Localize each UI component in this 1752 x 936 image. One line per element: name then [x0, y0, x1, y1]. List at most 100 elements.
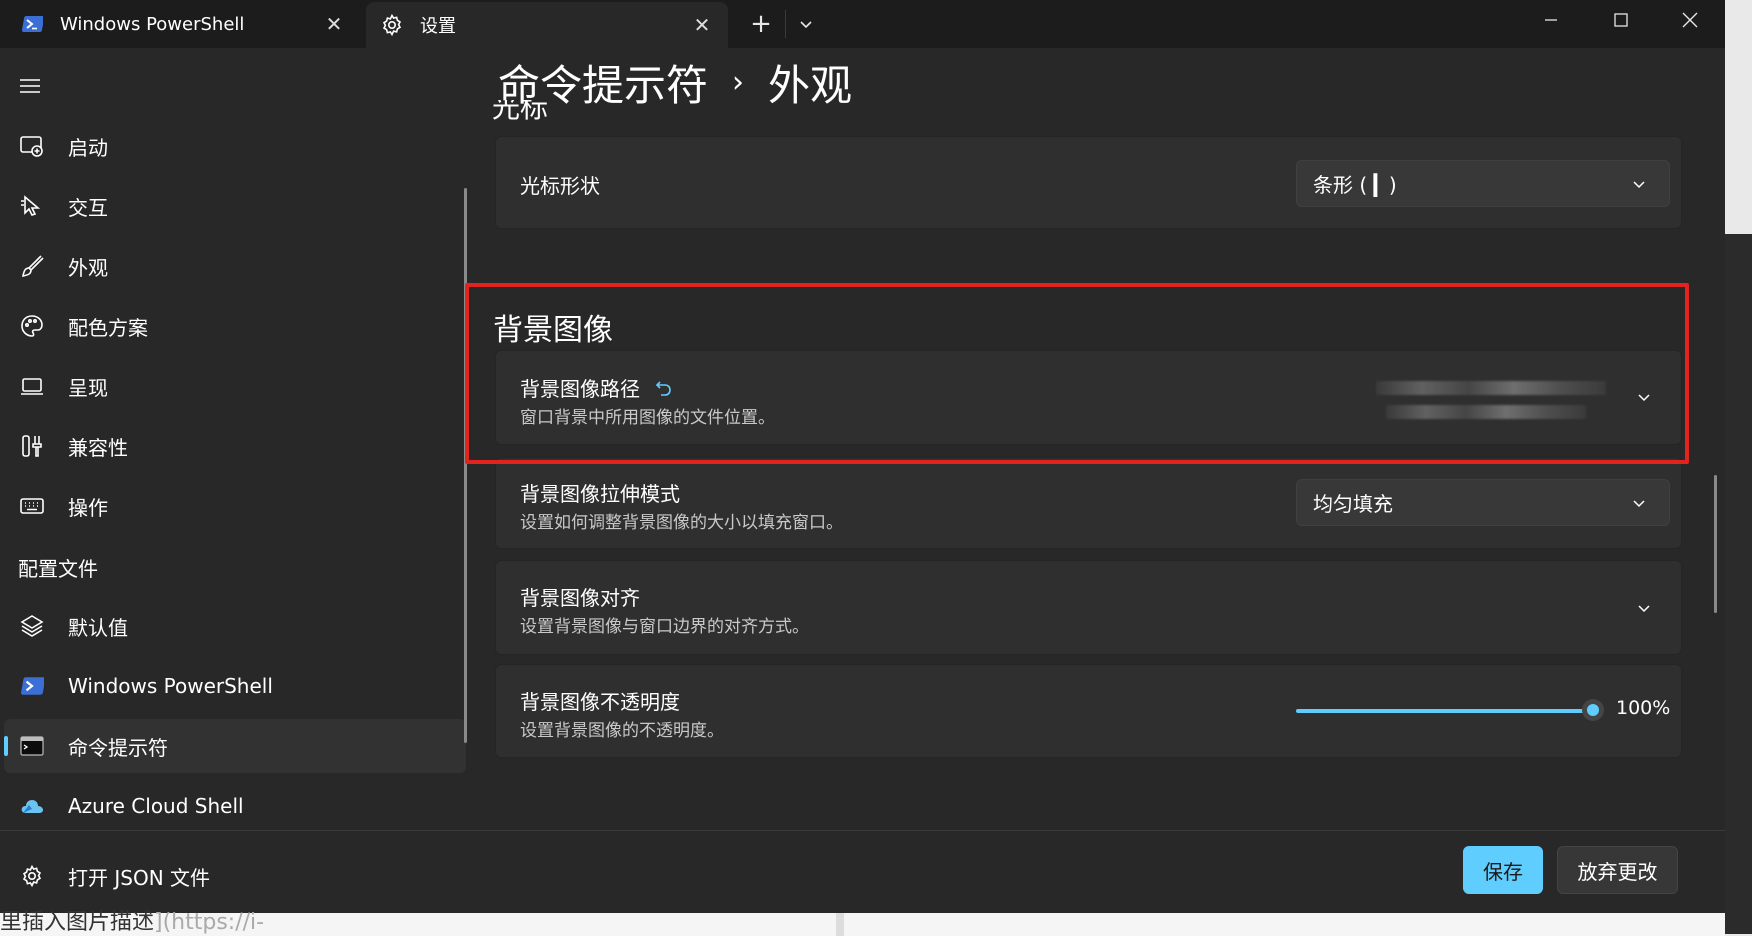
- chevron-down-icon[interactable]: [1634, 387, 1654, 407]
- sidebar-item-label: 操作: [68, 495, 108, 520]
- hamburger-menu-button[interactable]: [16, 72, 44, 100]
- sidebar-item-label: 默认值: [68, 615, 128, 640]
- tools-icon: [18, 432, 46, 460]
- opacity-value: 100%: [1616, 697, 1671, 719]
- redacted-path: [1376, 381, 1606, 395]
- startup-icon: [18, 132, 46, 160]
- cursor-shape-title: 光标形状: [520, 174, 600, 198]
- selection-indicator: [4, 736, 8, 756]
- bg-stretch-dropdown[interactable]: 均匀填充: [1296, 479, 1670, 526]
- close-icon: [1682, 12, 1698, 28]
- sidebar-scrollbar[interactable]: [464, 188, 467, 743]
- chevron-down-icon: [1629, 174, 1649, 194]
- sidebar-item-command-prompt[interactable]: 命令提示符: [4, 719, 466, 773]
- palette-icon: [18, 312, 46, 340]
- minimize-button[interactable]: [1516, 0, 1586, 40]
- menu-icon: [20, 79, 40, 93]
- bg-opacity-title: 背景图像不透明度: [520, 690, 680, 714]
- sidebar-item-defaults[interactable]: 默认值: [4, 599, 466, 653]
- sidebar-item-rendering[interactable]: 呈现: [4, 359, 466, 413]
- opacity-slider-track[interactable]: [1296, 709, 1592, 713]
- tab-label: 设置: [420, 16, 456, 37]
- chevron-down-icon: [800, 21, 812, 29]
- cursor-shape-value: 条形 ( ▎): [1313, 173, 1397, 197]
- bg-align-card[interactable]: 背景图像对齐 设置背景图像与窗口边界的对齐方式。: [495, 560, 1682, 655]
- sidebar-item-label: 外观: [68, 255, 108, 280]
- bg-stretch-desc: 设置如何调整背景图像的大小以填充窗口。: [520, 513, 843, 533]
- maximize-button[interactable]: [1586, 0, 1656, 40]
- sidebar-item-label: Azure Cloud Shell: [68, 794, 244, 818]
- breadcrumb-parent[interactable]: 命令提示符: [498, 52, 708, 113]
- brush-icon: [18, 252, 46, 280]
- bg-path-card[interactable]: 背景图像路径 窗口背景中所用图像的文件位置。: [495, 350, 1682, 445]
- sidebar-item-label: 交互: [68, 195, 108, 220]
- terminal-window: Windows PowerShell ✕ 设置 ✕ + 启动 交互 外观 配色方…: [0, 0, 1725, 913]
- open-json-file-button[interactable]: 打开 JSON 文件: [4, 849, 304, 903]
- opacity-slider-thumb[interactable]: [1582, 699, 1604, 721]
- close-tab-icon[interactable]: ✕: [688, 11, 716, 39]
- bg-stretch-value: 均匀填充: [1313, 492, 1393, 516]
- sidebar-item-compatibility[interactable]: 兼容性: [4, 419, 466, 473]
- new-tab-button[interactable]: +: [741, 4, 781, 44]
- sidebar-item-label: 启动: [68, 135, 108, 160]
- sidebar-item-azure-cloud-shell[interactable]: Azure Cloud Shell: [4, 779, 466, 833]
- bg-stretch-title: 背景图像拉伸模式: [520, 482, 680, 506]
- tab-windows-powershell[interactable]: Windows PowerShell ✕: [0, 0, 360, 48]
- close-window-button[interactable]: [1655, 0, 1725, 40]
- breadcrumb: 命令提示符 › 外观: [498, 52, 852, 113]
- breadcrumb-separator: ›: [732, 65, 745, 100]
- powershell-icon: [20, 12, 44, 36]
- open-json-label: 打开 JSON 文件: [68, 865, 211, 890]
- chevron-down-icon[interactable]: [1634, 598, 1654, 618]
- keyboard-icon: [18, 492, 46, 520]
- background-image-group-title: 背景图像: [493, 313, 613, 348]
- save-button[interactable]: 保存: [1463, 846, 1543, 894]
- profiles-heading: 配置文件: [18, 557, 98, 581]
- close-tab-icon[interactable]: ✕: [320, 10, 348, 38]
- cursor-shape-card: 光标形状 条形 ( ▎): [495, 136, 1682, 229]
- powershell-icon: [18, 672, 46, 700]
- sidebar-item-label: 配色方案: [68, 315, 148, 340]
- background-divider: [836, 913, 844, 936]
- maximize-icon: [1614, 13, 1628, 27]
- tab-label: Windows PowerShell: [60, 13, 245, 35]
- pointer-icon: [18, 192, 46, 220]
- background-window-edge-dark: [1725, 234, 1752, 934]
- sidebar-item-label: 兼容性: [68, 435, 128, 460]
- azure-icon: [18, 792, 46, 820]
- footer-divider: [0, 830, 1725, 831]
- reset-icon[interactable]: [654, 378, 674, 398]
- layers-icon: [18, 612, 46, 640]
- sidebar-item-appearance[interactable]: 外观: [4, 239, 466, 293]
- sidebar-item-startup[interactable]: 启动: [4, 119, 466, 173]
- sidebar-item-actions[interactable]: 操作: [4, 479, 466, 533]
- tab-settings[interactable]: 设置 ✕: [366, 2, 728, 48]
- bg-opacity-card: 背景图像不透明度 设置背景图像的不透明度。 100%: [495, 664, 1682, 758]
- chevron-down-icon: [1629, 493, 1649, 513]
- sidebar-item-label: 命令提示符: [68, 735, 168, 760]
- cmd-icon: [18, 732, 46, 760]
- bg-stretch-card: 背景图像拉伸模式 设置如何调整背景图像的大小以填充窗口。 均匀填充: [495, 457, 1682, 549]
- sidebar-item-interaction[interactable]: 交互: [4, 179, 466, 233]
- bg-align-desc: 设置背景图像与窗口边界的对齐方式。: [520, 617, 809, 637]
- discard-changes-button[interactable]: 放弃更改: [1557, 846, 1678, 894]
- breadcrumb-current: 外观: [768, 61, 853, 110]
- sidebar-item-label: Windows PowerShell: [68, 674, 273, 698]
- redacted-path: [1386, 405, 1586, 419]
- sidebar-item-color-schemes[interactable]: 配色方案: [4, 299, 466, 353]
- sidebar: 启动 交互 外观 配色方案 呈现 兼容性 操作 配置文件 默认值 Windows…: [0, 48, 470, 830]
- monitor-icon: [18, 372, 46, 400]
- background-page-text: 里插入图片描述](https://i-: [0, 910, 265, 935]
- tab-dropdown-button[interactable]: [786, 4, 826, 44]
- sidebar-item-label: 呈现: [68, 375, 108, 400]
- cursor-shape-dropdown[interactable]: 条形 ( ▎): [1296, 160, 1670, 207]
- bg-align-title: 背景图像对齐: [520, 586, 640, 610]
- sidebar-item-windows-powershell[interactable]: Windows PowerShell: [4, 659, 466, 713]
- bg-path-desc: 窗口背景中所用图像的文件位置。: [520, 408, 775, 428]
- gear-icon: [18, 862, 46, 890]
- main-scrollbar[interactable]: [1714, 475, 1717, 613]
- bg-opacity-desc: 设置背景图像的不透明度。: [520, 721, 724, 741]
- minimize-icon: [1545, 19, 1557, 21]
- bg-path-title: 背景图像路径: [520, 373, 674, 402]
- title-bar: Windows PowerShell ✕ 设置 ✕ +: [0, 0, 1725, 48]
